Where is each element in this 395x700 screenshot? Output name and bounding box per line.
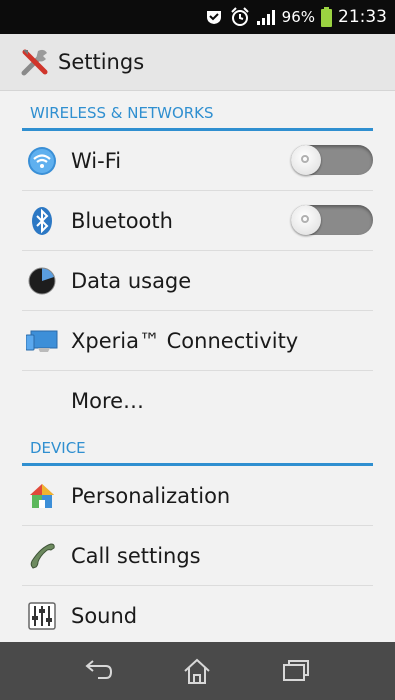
settings-item-label: Bluetooth <box>71 208 173 233</box>
page-title: Settings <box>58 50 145 74</box>
settings-item-bluetooth[interactable]: Bluetooth <box>22 191 373 251</box>
phone-icon <box>26 540 58 572</box>
toggle-knob <box>291 145 321 175</box>
status-bar: 96% 21:33 <box>0 0 395 34</box>
settings-item-more[interactable]: More… <box>22 371 373 430</box>
settings-item-sound[interactable]: Sound <box>22 586 373 642</box>
bluetooth-toggle[interactable] <box>291 205 373 235</box>
toggle-knob <box>291 205 321 235</box>
battery-percent: 96% <box>281 8 315 26</box>
settings-item-data-usage[interactable]: Data usage <box>22 251 373 311</box>
battery-icon <box>321 7 332 27</box>
signal-icon <box>256 8 276 26</box>
settings-item-wifi[interactable]: Wi-Fi <box>22 131 373 191</box>
wifi-icon <box>26 145 58 177</box>
settings-item-call-settings[interactable]: Call settings <box>22 526 373 586</box>
settings-list: WIRELESS & NETWORKS Wi-Fi Bluetooth Data… <box>0 91 395 642</box>
settings-item-label: Sound <box>71 603 138 628</box>
section-header-label: DEVICE <box>30 439 86 457</box>
personalization-icon <box>26 480 58 512</box>
settings-item-personalization[interactable]: Personalization <box>22 466 373 526</box>
settings-item-label: Personalization <box>71 483 231 508</box>
data-usage-icon <box>26 265 58 297</box>
wifi-toggle[interactable] <box>291 145 373 175</box>
android-debug-icon <box>204 8 224 26</box>
settings-item-xperia-connectivity[interactable]: Xperia™ Connectivity <box>22 311 373 371</box>
alarm-clock-icon <box>230 7 250 27</box>
sound-equalizer-icon <box>26 600 58 632</box>
settings-item-label: Data usage <box>71 268 192 293</box>
section-header-wireless: WIRELESS & NETWORKS <box>22 91 373 131</box>
settings-item-label: More… <box>71 388 145 413</box>
action-bar: Settings <box>0 34 395 91</box>
bluetooth-icon <box>26 205 58 237</box>
settings-tools-icon[interactable] <box>18 45 52 79</box>
navigation-bar <box>0 642 395 700</box>
section-header-label: WIRELESS & NETWORKS <box>30 104 214 122</box>
status-icons: 96% 21:33 <box>204 0 387 34</box>
xperia-connectivity-icon <box>26 325 58 357</box>
recent-apps-icon[interactable] <box>276 656 316 686</box>
back-icon[interactable] <box>79 656 119 686</box>
section-header-device: DEVICE <box>22 430 373 466</box>
settings-item-label: Xperia™ Connectivity <box>71 328 299 353</box>
clock-time: 21:33 <box>338 7 387 27</box>
home-icon[interactable] <box>177 656 217 686</box>
settings-item-label: Wi-Fi <box>71 148 122 173</box>
settings-item-label: Call settings <box>71 543 201 568</box>
